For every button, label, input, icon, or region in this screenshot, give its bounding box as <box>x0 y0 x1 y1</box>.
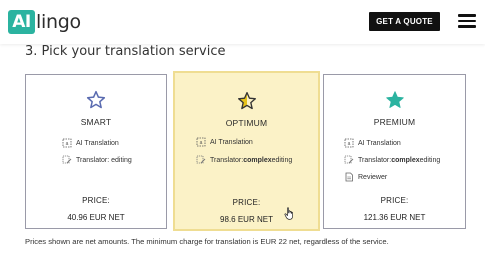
editing-icon <box>196 155 206 165</box>
price-label: PRICE: <box>82 196 110 205</box>
feature-text: AI Translation <box>76 139 119 147</box>
editing-icon <box>62 155 72 165</box>
plan-card-smart[interactable]: SMART a AI Translation Translator: editi… <box>25 74 167 229</box>
price-label: PRICE: <box>232 198 261 207</box>
feature-item: Translator: complex editing <box>344 155 440 165</box>
feature-item: a AI Translation <box>62 138 119 148</box>
plan-card-premium[interactable]: PREMIUM a AI Translation Translator: com… <box>323 74 466 229</box>
plan-name: SMART <box>80 117 112 127</box>
feature-text: AI Translation <box>358 139 401 147</box>
svg-text:a: a <box>200 140 203 146</box>
hand-cursor-icon <box>284 207 293 220</box>
price-label: PRICE: <box>380 196 409 205</box>
hamburger-menu-icon[interactable] <box>458 14 476 28</box>
get-a-quote-button[interactable]: GET A QUOTE <box>369 12 440 31</box>
logo-mark: AI <box>8 10 35 34</box>
feature-text: Reviewer <box>358 173 388 181</box>
svg-text:a: a <box>66 141 69 147</box>
feature-item: Reviewer <box>344 172 387 182</box>
ai-translation-icon: a <box>196 137 206 147</box>
price-value: 98.6 EUR NET <box>220 215 273 224</box>
feature-text: Translator: <box>358 156 392 164</box>
price-value: 40.96 EUR NET <box>67 213 125 222</box>
plan-card-optimum[interactable]: OPTIMUM a AI Translation Translator: com… <box>173 71 320 231</box>
feature-text: Translator: <box>210 156 244 164</box>
price-value: 121.36 EUR NET <box>363 213 426 222</box>
ailingo-logo[interactable]: AI lingo <box>8 9 81 35</box>
ai-translation-icon: a <box>344 138 354 148</box>
star-outline-icon <box>86 90 106 109</box>
feature-text: Translator: editing <box>76 156 132 164</box>
feature-item: Translator: editing <box>62 155 132 165</box>
feature-text-suffix: editing <box>271 156 293 164</box>
pricing-footnote: Prices shown are net amounts. The minimu… <box>25 237 389 246</box>
feature-emphasis: complex <box>391 156 420 164</box>
feature-text-suffix: editing <box>419 156 441 164</box>
top-navigation-bar: AI lingo GET A QUOTE <box>0 0 485 44</box>
feature-item: a AI Translation <box>344 138 401 148</box>
plan-name: PREMIUM <box>373 117 416 127</box>
feature-item: a AI Translation <box>196 137 253 147</box>
feature-emphasis: complex <box>243 156 272 164</box>
reviewer-icon <box>344 172 354 182</box>
star-half-icon <box>237 92 256 110</box>
feature-item: Translator: complex editing <box>196 155 292 165</box>
feature-text: AI Translation <box>210 138 253 146</box>
section-title: 3. Pick your translation service <box>25 44 226 59</box>
logo-text: lingo <box>36 11 81 33</box>
star-filled-icon <box>385 91 404 108</box>
ai-translation-icon: a <box>62 138 72 148</box>
plan-name: OPTIMUM <box>225 118 268 128</box>
svg-text:a: a <box>348 141 351 147</box>
editing-icon <box>344 155 354 165</box>
